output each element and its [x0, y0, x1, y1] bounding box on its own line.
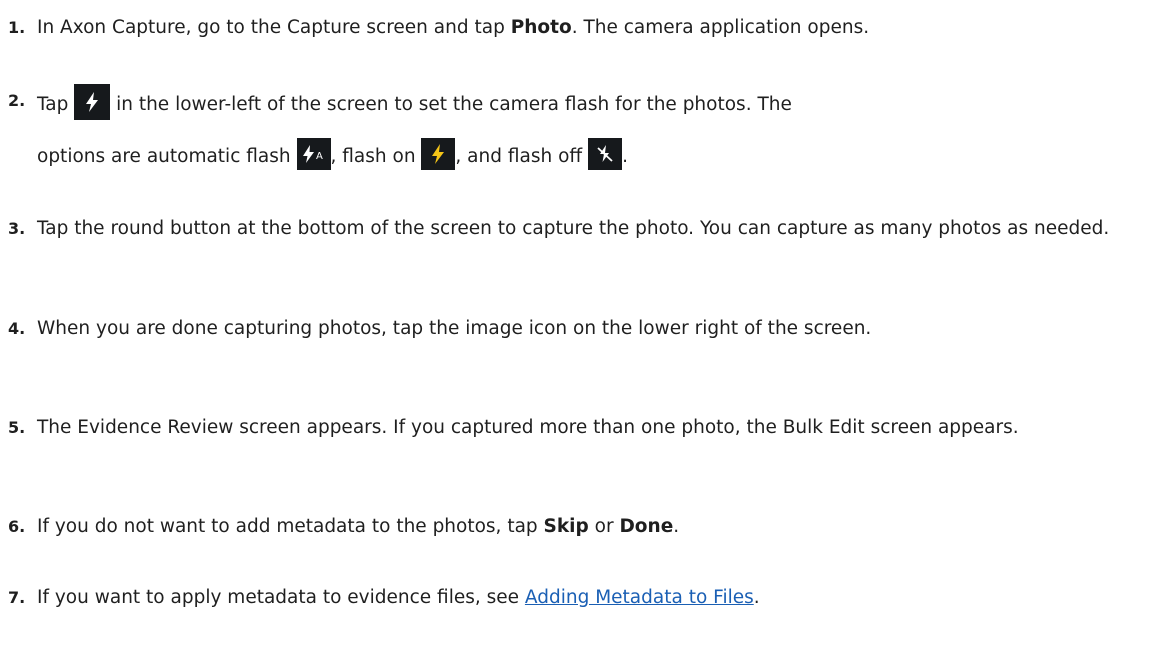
- step-text: If you do not want to add metadata to th…: [37, 513, 1167, 541]
- step-number: 3.: [8, 219, 26, 238]
- step-text-segment: options are automatic flash: [37, 146, 297, 167]
- step-text-segment: , and flash off: [455, 146, 589, 167]
- step-text: Tap the round button at the bottom of th…: [37, 218, 1110, 239]
- flash-on-icon: [421, 138, 456, 170]
- step-text: When you are done capturing photos, tap …: [37, 318, 872, 339]
- step-list: 1. In Axon Capture, go to the Capture sc…: [0, 0, 1171, 658]
- adding-metadata-link[interactable]: Adding Metadata to Files: [525, 587, 754, 608]
- photo-label: Photo: [510, 17, 572, 38]
- step-text-segment: Tap: [37, 94, 75, 115]
- skip-label: Skip: [543, 516, 589, 537]
- step-text-segment: If you do not want to add metadata to th…: [37, 516, 544, 537]
- step-text-segment: .: [622, 146, 628, 167]
- step-text-segment: If you want to apply metadata to evidenc…: [37, 587, 525, 608]
- step-text-segment: .: [673, 516, 680, 537]
- step-number: 6.: [8, 517, 26, 536]
- step-text: In Axon Capture, go to the Capture scree…: [37, 14, 1167, 42]
- step-text-segment: , flash on: [330, 146, 422, 167]
- flash-off-icon: [588, 138, 623, 170]
- done-label: Done: [619, 516, 674, 537]
- flash-auto-letter: A: [316, 151, 323, 162]
- step-text: Tap in the lower-left of the screen to s…: [37, 84, 1167, 173]
- step-number: 4.: [8, 319, 26, 338]
- step-line: options are automatic flash A, flash on …: [37, 138, 1167, 173]
- flash-icon: [74, 84, 111, 120]
- step-number: 7.: [8, 588, 26, 607]
- step-text-segment: In Axon Capture, go to the Capture scree…: [37, 17, 511, 38]
- flash-auto-icon: A: [296, 138, 331, 170]
- step-number: 5.: [8, 418, 26, 437]
- step-text-segment: in the lower-left of the screen to set t…: [110, 94, 792, 115]
- step-text: The Evidence Review screen appears. If y…: [37, 417, 1019, 438]
- step-number: 2.: [8, 91, 26, 110]
- step-text: If you want to apply metadata to evidenc…: [37, 584, 1167, 612]
- step-number: 1.: [8, 18, 26, 37]
- step-text-segment: or: [588, 516, 620, 537]
- step-line: Tap in the lower-left of the screen to s…: [37, 84, 1167, 123]
- step-text-segment: .: [753, 587, 760, 608]
- step-text-segment: . The camera application opens.: [571, 17, 870, 38]
